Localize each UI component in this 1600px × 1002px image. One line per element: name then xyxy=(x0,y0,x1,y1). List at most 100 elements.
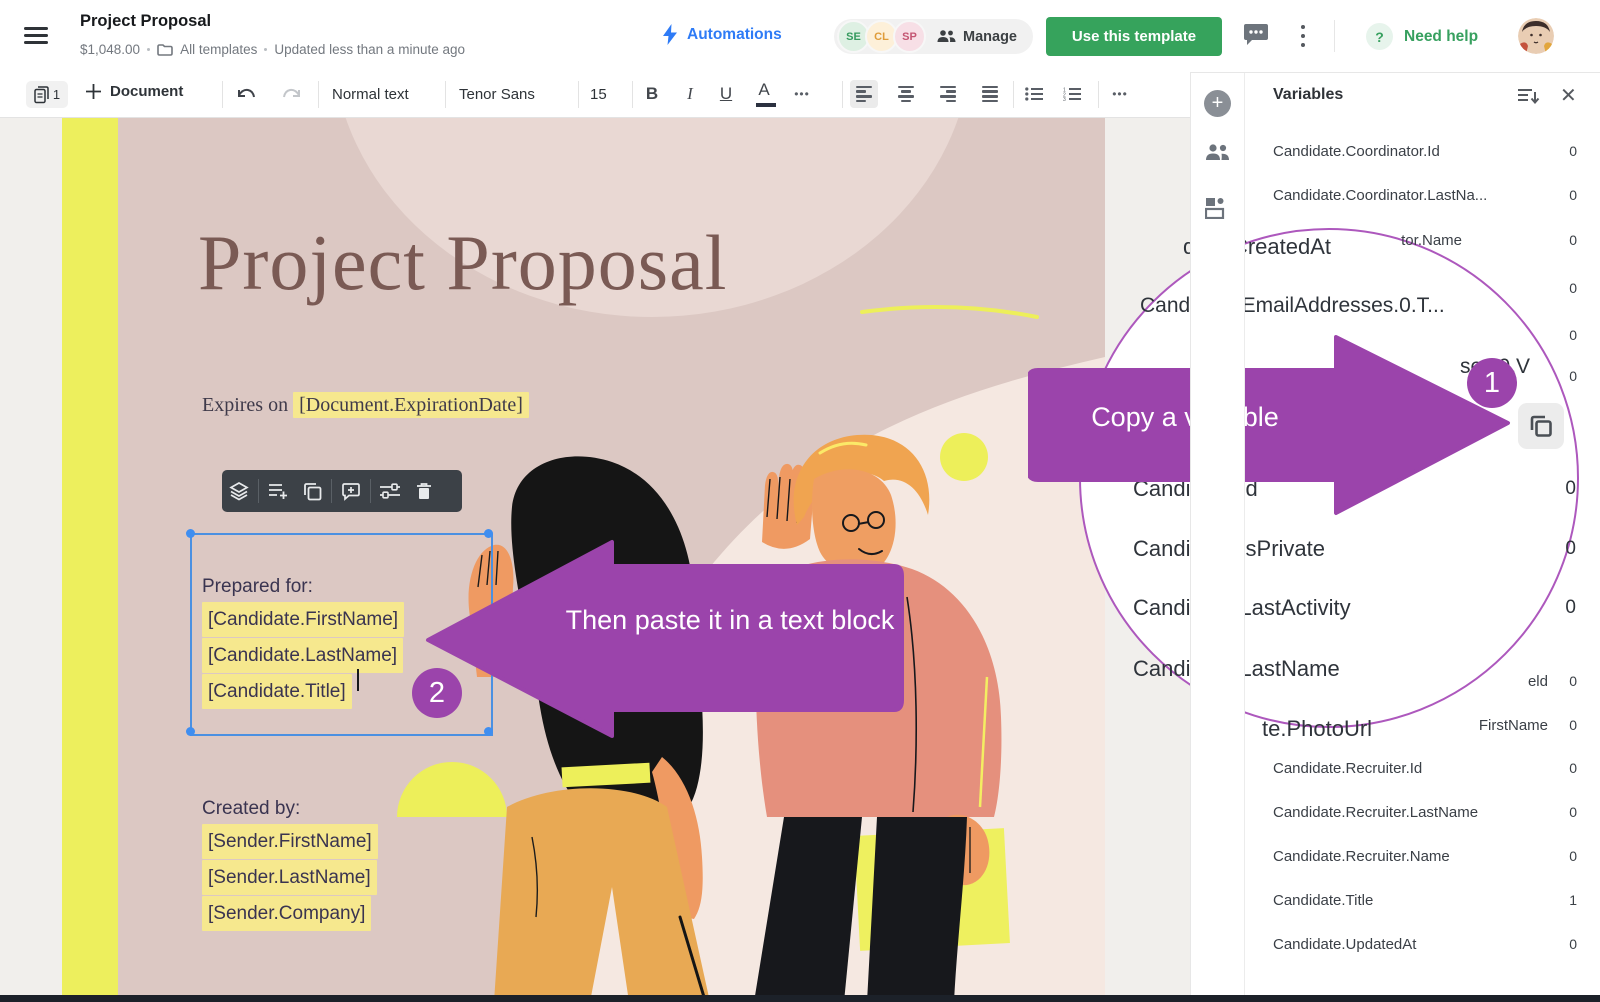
more-toolbar-options-icon[interactable]: ••• xyxy=(1106,80,1134,108)
prepared-for-block[interactable]: Prepared for: [Candidate.FirstName] [Can… xyxy=(202,571,405,710)
add-document-label: Document xyxy=(110,83,184,100)
automations-button[interactable]: Automations xyxy=(662,24,782,45)
text-color-button[interactable]: A xyxy=(750,76,778,104)
variable-row[interactable]: Candidate.Title 1 xyxy=(1244,892,1600,912)
document-price: $1,048.00 xyxy=(80,42,141,57)
add-panel-icon[interactable]: + xyxy=(1204,90,1231,117)
sort-icon[interactable] xyxy=(1518,88,1540,109)
bullet-list-button[interactable] xyxy=(1020,80,1048,108)
sender-company-variable[interactable]: [Sender.Company] xyxy=(202,896,372,931)
delete-icon[interactable] xyxy=(407,470,441,512)
variable-row[interactable]: Candidate.UpdatedAt 0 xyxy=(1244,936,1600,956)
manage-button[interactable]: Manage xyxy=(937,29,1017,45)
selection-handle[interactable] xyxy=(186,529,195,538)
variable-row[interactable]: Candidate.Coordinator.Id 0 xyxy=(1244,143,1600,163)
created-by-block[interactable]: Created by: [Sender.FirstName] [Sender.L… xyxy=(202,793,378,932)
content-blocks-icon[interactable] xyxy=(1204,197,1229,224)
step2-arrow xyxy=(426,540,904,738)
breadcrumb[interactable]: All templates xyxy=(180,42,257,57)
underline-button[interactable]: U xyxy=(712,80,740,108)
add-document-button[interactable]: Document xyxy=(86,83,183,100)
align-left-button[interactable] xyxy=(850,80,878,108)
candidate-firstname-variable[interactable]: [Candidate.FirstName] xyxy=(202,602,405,637)
window-bottom-edge xyxy=(0,995,1600,1002)
recipients-icon[interactable] xyxy=(1205,144,1230,166)
bold-button[interactable]: B xyxy=(638,80,666,108)
hamburger-menu-icon[interactable] xyxy=(24,27,48,45)
duplicate-icon[interactable] xyxy=(295,470,329,512)
document-cover-title[interactable]: Project Proposal xyxy=(198,218,727,308)
panel-rail: + xyxy=(1190,72,1245,1002)
collaborators-group: SE CL SP Manage xyxy=(834,19,1033,54)
font-family-select[interactable]: Tenor Sans xyxy=(459,86,535,103)
expiration-variable[interactable]: [Document.ExpirationDate] xyxy=(293,392,529,418)
align-right-button[interactable] xyxy=(934,80,962,108)
magnified-variable-row[interactable]: Candidate.EmailAddresses.0.T... xyxy=(1140,294,1445,318)
comments-icon[interactable] xyxy=(1242,24,1270,53)
align-center-button[interactable] xyxy=(892,80,920,108)
user-avatar[interactable] xyxy=(1518,18,1554,54)
question-icon: ? xyxy=(1366,23,1393,50)
step1-label: Copy a variable xyxy=(1091,402,1279,432)
layers-icon[interactable] xyxy=(222,470,256,512)
need-help-button[interactable]: ? Need help xyxy=(1366,23,1478,50)
automations-label: Automations xyxy=(687,25,782,43)
redo-button[interactable] xyxy=(278,80,306,108)
add-block-icon[interactable] xyxy=(261,470,295,512)
variable-row-fragment[interactable]: FirstName xyxy=(1479,717,1548,734)
avatar-chip-sp[interactable]: SP xyxy=(893,20,926,53)
variable-row-fragment[interactable]: eld xyxy=(1528,673,1548,690)
step2-badge: 2 xyxy=(412,668,462,718)
document-subtitle: $1,048.00 All templates Updated less tha… xyxy=(80,42,465,57)
numbered-list-button[interactable]: 123 xyxy=(1058,80,1086,108)
more-options-kebab-icon[interactable] xyxy=(1301,25,1305,52)
paragraph-style-select[interactable]: Normal text xyxy=(332,86,409,103)
font-size-select[interactable]: 15 xyxy=(590,86,607,103)
settings-sliders-icon[interactable] xyxy=(373,470,407,512)
svg-text:3: 3 xyxy=(1063,97,1066,101)
undo-button[interactable] xyxy=(232,80,260,108)
variables-panel-title: Variables xyxy=(1273,86,1344,103)
editor-toolbar: 1 Document Normal text Tenor Sans 15 B I… xyxy=(0,72,1190,118)
comment-add-icon[interactable] xyxy=(334,470,368,512)
folder-icon xyxy=(157,43,173,56)
align-justify-button[interactable] xyxy=(976,80,1004,108)
top-header: Project Proposal $1,048.00 All templates… xyxy=(0,0,1600,73)
page-count-button[interactable]: 1 xyxy=(26,81,68,108)
sender-lastname-variable[interactable]: [Sender.LastName] xyxy=(202,860,377,895)
selection-handle[interactable] xyxy=(484,529,493,538)
copy-variable-button[interactable] xyxy=(1518,403,1564,449)
use-this-template-button[interactable]: Use this template xyxy=(1046,17,1222,56)
sender-firstname-variable[interactable]: [Sender.FirstName] xyxy=(202,824,378,859)
text-cursor xyxy=(357,669,359,691)
expiration-line[interactable]: Expires on [Document.ExpirationDate] xyxy=(202,392,529,418)
expires-prefix: Expires on xyxy=(202,394,289,416)
block-toolbar xyxy=(222,470,462,512)
plus-icon xyxy=(86,84,101,99)
variable-count: 0 xyxy=(1569,673,1577,689)
variable-count: 0 xyxy=(1569,280,1577,296)
variable-row[interactable]: Candidate.Recruiter.Id 0 xyxy=(1244,760,1600,780)
more-text-options-icon[interactable]: ••• xyxy=(788,80,816,108)
magnified-variable-row[interactable]: te.PhotoUrl xyxy=(1262,716,1372,742)
variable-row-fragment[interactable]: tor.Name xyxy=(1401,232,1462,249)
candidate-lastname-variable[interactable]: [Candidate.LastName] xyxy=(202,638,404,673)
close-panel-icon[interactable]: ✕ xyxy=(1560,83,1577,108)
dot-separator xyxy=(147,48,151,51)
magnified-variable-count: 0 xyxy=(1565,597,1576,618)
candidate-title-variable[interactable]: [Candidate.Title] xyxy=(202,674,352,709)
magnified-variable-count: 0 xyxy=(1565,478,1576,499)
step2-label: Then paste it in a text block xyxy=(565,605,895,635)
italic-button[interactable]: I xyxy=(676,80,704,108)
manage-label: Manage xyxy=(963,28,1017,45)
variable-row[interactable]: Candidate.Coordinator.LastNa... 0 xyxy=(1244,187,1600,207)
variable-count: 0 xyxy=(1569,327,1577,343)
variable-row[interactable]: Candidate.Recruiter.LastName 0 xyxy=(1244,804,1600,824)
variable-row[interactable]: Candidate.Recruiter.Name 0 xyxy=(1244,848,1600,868)
created-by-heading: Created by: xyxy=(202,798,301,819)
step1-badge: 1 xyxy=(1467,358,1517,408)
selection-handle[interactable] xyxy=(186,727,195,736)
magnified-variable-count: 0 xyxy=(1565,538,1576,559)
people-icon xyxy=(937,30,956,42)
variable-count: 0 xyxy=(1569,232,1577,248)
